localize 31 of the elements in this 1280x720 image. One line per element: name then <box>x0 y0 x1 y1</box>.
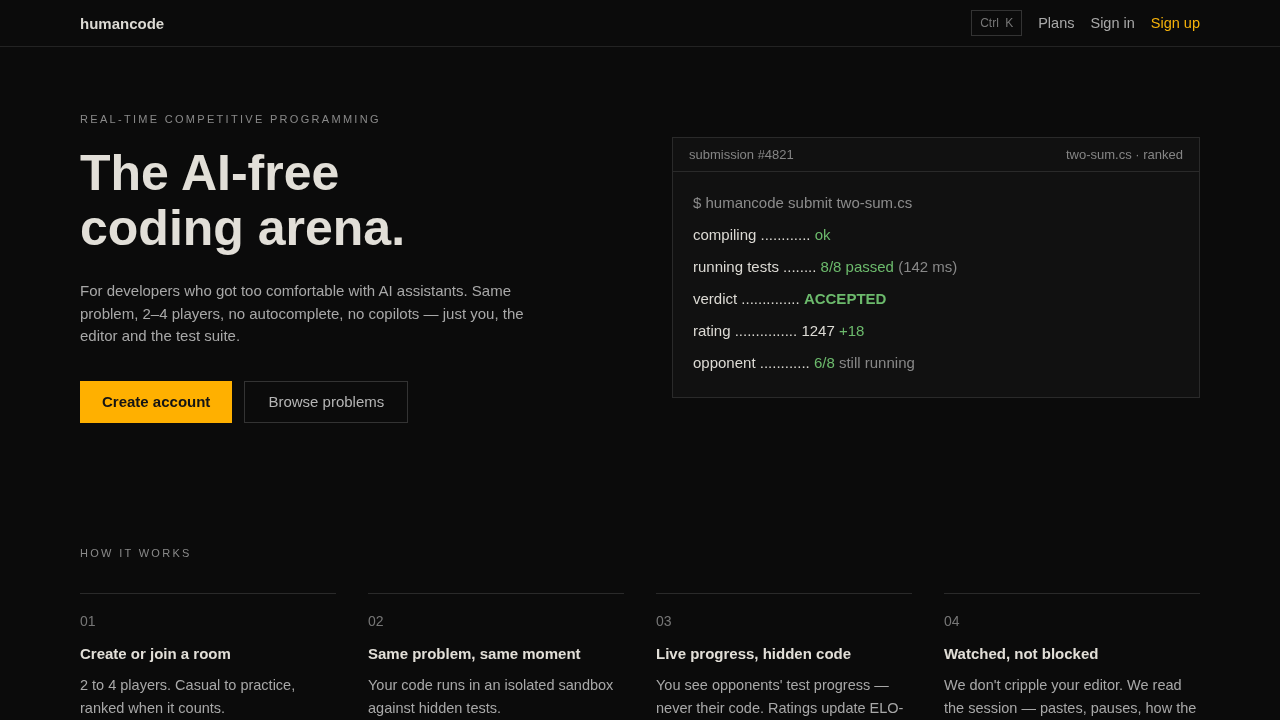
step-number: 02 <box>368 612 385 629</box>
terminal-title: submission #4821 <box>689 147 794 163</box>
logo[interactable]: humancode <box>80 14 165 32</box>
step-title: Same problem, same moment <box>368 644 582 662</box>
step-description: 2 to 4 players. Casual to practice, ranked when it counts. <box>80 675 297 718</box>
secondary-button[interactable]: Browse problems <box>244 380 409 423</box>
step-title: Watched, not blocked <box>944 644 1100 662</box>
primary-button[interactable]: Create account <box>80 380 233 423</box>
step-description: You see opponents' test progress — never their code. Ratings update ELO- <box>656 675 905 718</box>
step-title: Create or join a room <box>80 644 232 662</box>
terminal-line: rating ............... 1247 +18 <box>693 321 866 342</box>
nav-link[interactable]: Sign in <box>1090 15 1135 31</box>
terminal-line: running tests ........ 8/8 passed (142 ms) <box>693 257 959 278</box>
hero-title: The AI-free coding arena. <box>80 146 407 256</box>
hero-description: For developers who got too comfortable with AI assistants. Same problem, 2–4 players, no autocomplete, no copilots — just you, the editor and the test suite. <box>80 281 525 346</box>
terminal-line: verdict .............. ACCEPTED <box>693 289 888 310</box>
step-number: 03 <box>656 612 673 629</box>
terminal-line: opponent ............ 6/8 still running <box>693 353 916 374</box>
step-number: 04 <box>944 612 961 629</box>
terminal-meta: two-sum.cs · ranked <box>1065 147 1183 163</box>
nav-link[interactable]: Plans <box>1038 15 1075 31</box>
terminal-command: $ humancode submit two-sum.cs <box>693 193 914 214</box>
step-description: We don't cripple your editor. We read the session — pastes, pauses, how the <box>944 675 1198 718</box>
section-heading: HOW IT WORKS <box>80 546 193 559</box>
eyebrow-text: REAL-TIME COMPETITIVE PROGRAMMING <box>80 113 382 125</box>
nav-link[interactable]: Sign up <box>1150 15 1200 31</box>
terminal-line: compiling ............ ok <box>693 225 832 246</box>
step-number: 01 <box>80 612 97 629</box>
step-description: Your code runs in an isolated sandbox against hidden tests. <box>368 675 615 718</box>
step-title: Live progress, hidden code <box>656 644 853 662</box>
shortcut-key[interactable]: Ctrl K <box>971 10 1023 36</box>
